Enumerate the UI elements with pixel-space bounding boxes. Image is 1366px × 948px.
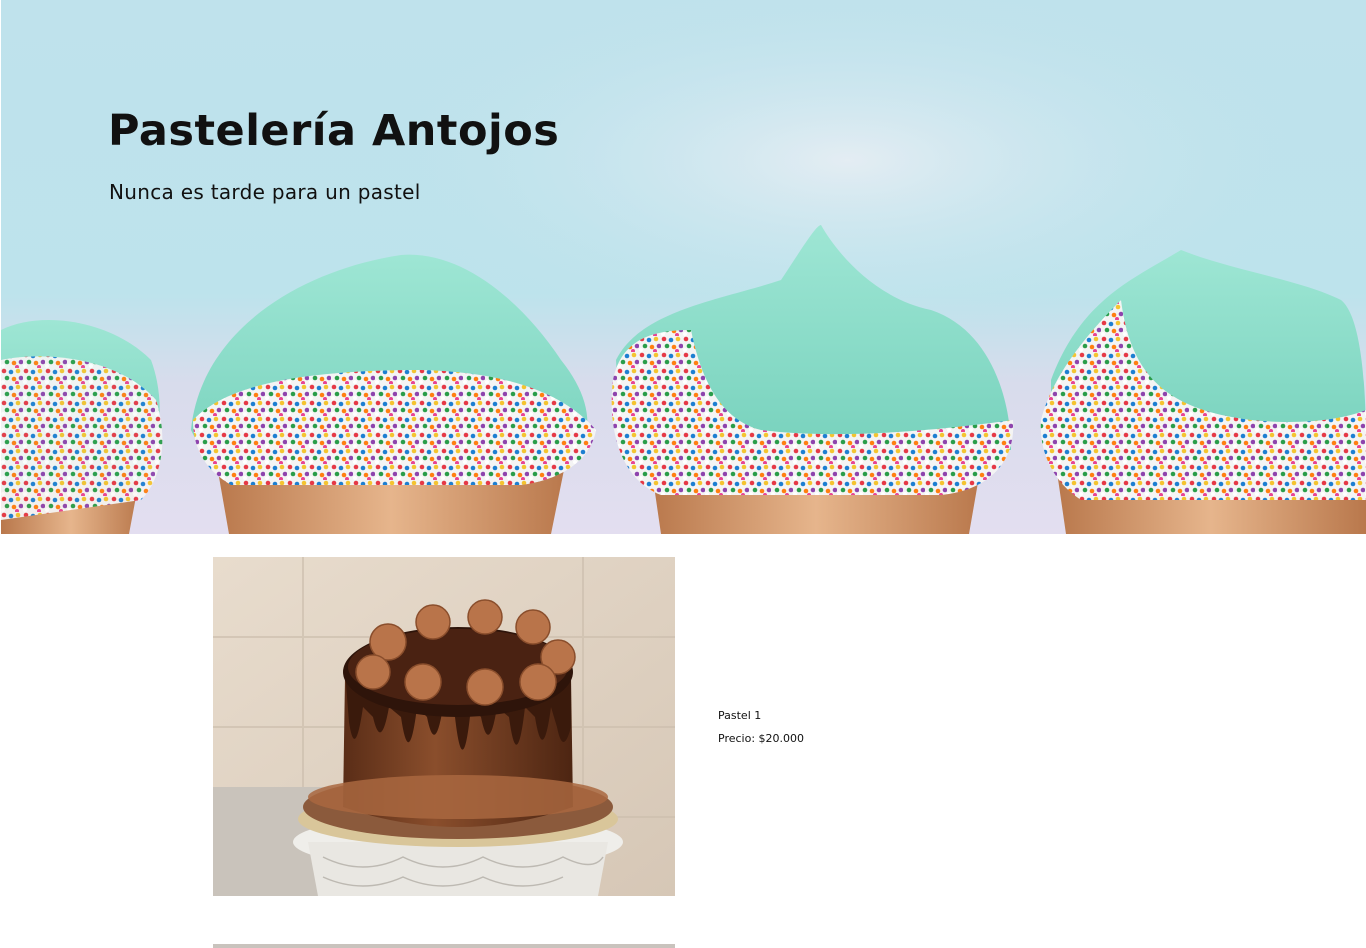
- product-card: Pastel 1 Precio: $20.000: [213, 557, 1213, 896]
- price-value: $20.000: [758, 732, 805, 745]
- hero-banner: Pastelería Antojos Nunca es tarde para u…: [1, 0, 1366, 534]
- product-image[interactable]: [213, 557, 675, 896]
- site-title: Pastelería Antojos: [108, 106, 560, 156]
- product-price: Precio: $20.000: [718, 732, 804, 745]
- site-tagline: Nunca es tarde para un pastel: [109, 180, 421, 204]
- product-name: Pastel 1: [718, 709, 762, 722]
- next-product-image[interactable]: [213, 944, 675, 948]
- cupcakes-banner-image: [1, 0, 1366, 534]
- chocolate-cake-image: [213, 557, 675, 896]
- product-info: Pastel 1 Precio: $20.000: [718, 709, 804, 745]
- price-label: Precio:: [718, 732, 756, 745]
